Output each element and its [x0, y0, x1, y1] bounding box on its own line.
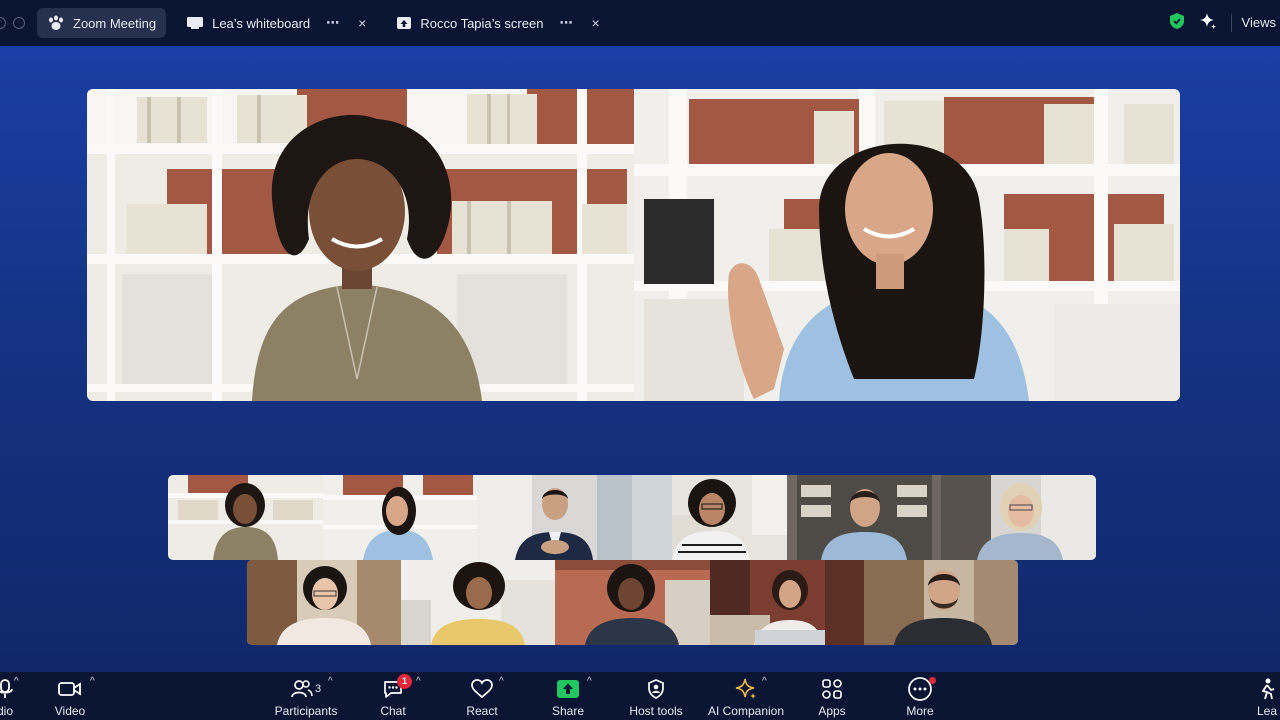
more-label: More [906, 704, 934, 718]
tab-more-icon[interactable]: ⋯ [559, 15, 573, 31]
tab-label: Lea’s whiteboard [212, 15, 311, 31]
microphone-icon [0, 676, 14, 702]
video-feed [247, 560, 402, 645]
participants-count: 3 [314, 683, 322, 695]
video-camera-icon [57, 676, 83, 702]
tab-close-icon[interactable]: × [358, 15, 366, 31]
video-options-caret-icon[interactable]: ^ [90, 676, 95, 687]
gallery-tile[interactable] [863, 560, 1018, 645]
video-tile-speaker-2[interactable] [634, 89, 1180, 401]
share-arrow-icon [556, 676, 580, 702]
video-feed [168, 475, 323, 560]
tab-shared-screen[interactable]: Rocco Tapia’s screen ⋯ × [386, 8, 609, 38]
video-feed [401, 560, 556, 645]
gallery-tile[interactable] [247, 560, 402, 645]
video-feed [477, 475, 633, 560]
leave-button[interactable]: Lea [1252, 676, 1280, 720]
gallery-tile[interactable] [322, 475, 478, 560]
host-tools-label: Host tools [629, 704, 683, 718]
apps-button[interactable]: Apps [813, 676, 851, 720]
tab-label: Zoom Meeting [73, 15, 157, 31]
share-button[interactable]: Share [548, 676, 588, 720]
host-shield-icon [646, 676, 666, 702]
ai-companion-button[interactable]: AI Companion [704, 676, 788, 720]
gallery-tile[interactable] [401, 560, 556, 645]
speaker-view [87, 89, 1180, 401]
gallery-row-1 [168, 475, 1096, 560]
leave-icon [1258, 676, 1276, 702]
chat-label: Chat [380, 704, 406, 718]
tab-zoom-meeting[interactable]: Zoom Meeting [37, 8, 167, 38]
window-control-dot[interactable] [0, 17, 6, 29]
more-button[interactable]: More [900, 676, 940, 720]
sparkle-icon[interactable] [1199, 12, 1217, 35]
gallery-tile[interactable] [555, 560, 710, 645]
host-tools-button[interactable]: Host tools [624, 676, 688, 720]
leave-label: Lea [1256, 704, 1278, 718]
video-feed [632, 475, 787, 560]
video-button[interactable]: Video [52, 676, 88, 720]
react-caret-icon[interactable]: ^ [499, 676, 504, 687]
video-feed [709, 560, 864, 645]
video-label: Video [54, 704, 86, 718]
video-feed [634, 89, 1180, 401]
security-shield-icon[interactable] [1169, 12, 1185, 35]
participants-label: Participants [274, 704, 338, 718]
participants-icon: 3 [291, 676, 321, 702]
gallery-tile[interactable] [477, 475, 633, 560]
participants-button[interactable]: 3 Participants [266, 676, 346, 720]
heart-icon [470, 676, 494, 702]
topbar-right: Views [1169, 0, 1280, 46]
react-button[interactable]: React [461, 676, 503, 720]
share-screen-icon [396, 16, 412, 30]
window-controls [0, 17, 25, 29]
views-button[interactable]: Views [1230, 14, 1276, 32]
meeting-toolbar: dio ^ Video ^ 3 Participants ^ 1 Chat ^ … [0, 672, 1280, 720]
video-feed [863, 560, 1018, 645]
more-dots-icon [907, 676, 936, 702]
ai-companion-label: AI Companion [707, 704, 785, 718]
chat-caret-icon[interactable]: ^ [416, 676, 421, 687]
gallery-tile[interactable] [709, 560, 864, 645]
video-feed [941, 475, 1096, 560]
tab-whiteboard[interactable]: Lea’s whiteboard ⋯ × [176, 8, 376, 38]
video-tile-speaker-1[interactable] [87, 89, 634, 401]
window-control-dot[interactable] [13, 17, 25, 29]
audio-options-caret-icon[interactable]: ^ [14, 676, 19, 687]
chat-unread-badge: 1 [397, 674, 412, 689]
video-feed [786, 475, 942, 560]
whiteboard-icon [186, 16, 204, 30]
gallery-tile[interactable] [632, 475, 787, 560]
tab-more-icon[interactable]: ⋯ [326, 15, 340, 31]
paw-icon [47, 15, 65, 31]
share-caret-icon[interactable]: ^ [587, 676, 592, 687]
gallery-tile[interactable] [168, 475, 323, 560]
react-label: React [466, 704, 498, 718]
gallery-tile[interactable] [941, 475, 1096, 560]
ai-sparkle-icon [734, 676, 758, 702]
top-tab-bar: Zoom Meeting Lea’s whiteboard ⋯ × Rocco … [0, 0, 1280, 46]
video-feed [555, 560, 710, 645]
tab-label: Rocco Tapia’s screen [420, 15, 544, 31]
gallery-tile[interactable] [786, 475, 942, 560]
video-feed [322, 475, 478, 560]
gallery-row-2 [247, 560, 1018, 645]
audio-label: dio [0, 704, 13, 718]
apps-icon [820, 676, 844, 702]
chat-button[interactable]: 1 Chat [373, 674, 413, 720]
video-feed [87, 89, 634, 401]
more-notification-dot [929, 677, 936, 684]
tab-close-icon[interactable]: × [591, 15, 599, 31]
meeting-stage [0, 46, 1280, 672]
share-label: Share [551, 704, 585, 718]
ai-companion-caret-icon[interactable]: ^ [762, 676, 767, 687]
apps-label: Apps [818, 704, 846, 718]
chat-bubble-icon: 1 [382, 674, 412, 702]
participants-caret-icon[interactable]: ^ [328, 676, 333, 687]
